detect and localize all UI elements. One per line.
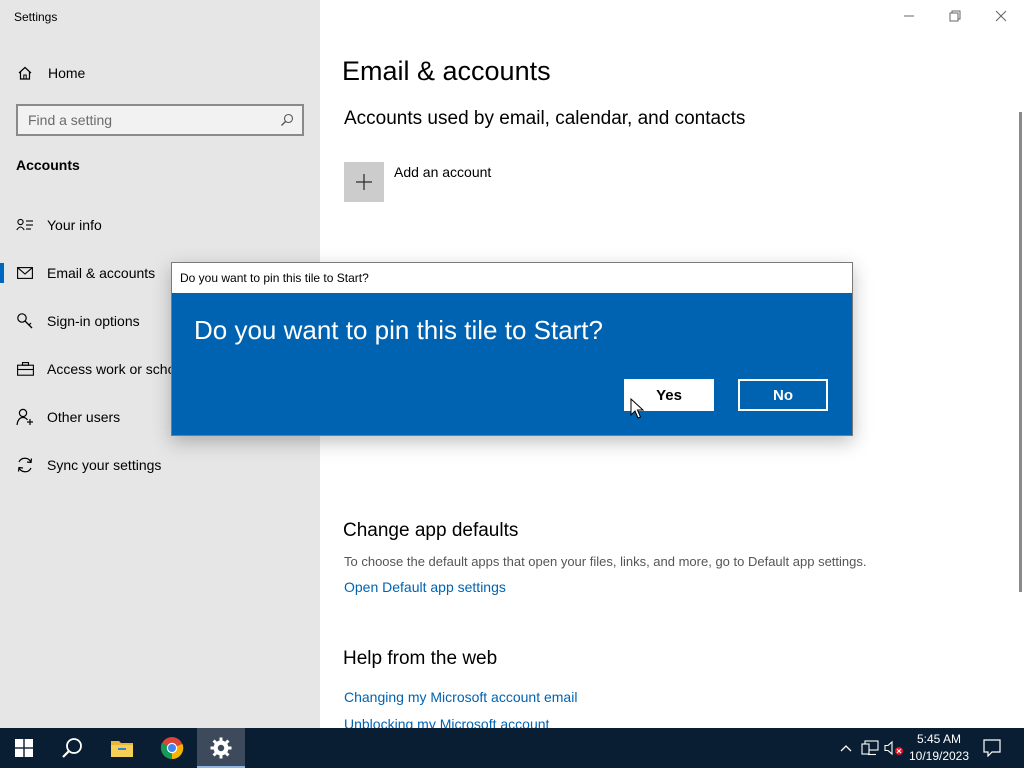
- search-icon: [62, 738, 82, 758]
- change-defaults-description: To choose the default apps that open you…: [344, 554, 867, 569]
- pin-tile-dialog: Do you want to pin this tile to Start? D…: [171, 262, 853, 436]
- file-explorer-button[interactable]: [98, 728, 146, 768]
- active-indicator: [0, 263, 4, 283]
- start-button[interactable]: [0, 728, 48, 768]
- sidebar-item-your-info[interactable]: Your info: [0, 205, 320, 245]
- add-account-label: Add an account: [394, 164, 492, 180]
- dialog-message: Do you want to pin this tile to Start?: [194, 315, 603, 345]
- show-hidden-icons-button[interactable]: [836, 738, 856, 758]
- section-heading: Accounts: [16, 157, 80, 173]
- app-title: Settings: [14, 10, 58, 24]
- sidebar-item-sync-settings[interactable]: Sync your settings: [0, 445, 320, 485]
- key-icon: [16, 312, 34, 330]
- minimize-button[interactable]: [886, 0, 932, 32]
- chrome-button[interactable]: [148, 728, 196, 768]
- windows-logo-icon: [15, 739, 33, 757]
- mouse-cursor-icon: [630, 398, 644, 419]
- gear-icon: [210, 737, 232, 759]
- close-button[interactable]: [978, 0, 1024, 32]
- plus-icon: [356, 174, 372, 190]
- search-box[interactable]: [16, 104, 304, 136]
- sync-icon: [16, 456, 34, 474]
- sidebar-item-label: Other users: [47, 409, 121, 425]
- search-icon[interactable]: [280, 113, 294, 127]
- home-icon: [18, 66, 32, 80]
- clock-time: 5:45 AM: [916, 732, 962, 746]
- no-button[interactable]: No: [738, 379, 828, 411]
- notification-icon: [983, 739, 1001, 757]
- taskbar: 5:45 AM 10/19/2023: [0, 728, 1024, 768]
- search-input[interactable]: [28, 112, 268, 128]
- dialog-title: Do you want to pin this tile to Start?: [180, 271, 369, 285]
- add-person-icon: [16, 408, 34, 426]
- sidebar-item-label: Sync your settings: [47, 457, 162, 473]
- folder-icon: [111, 741, 133, 757]
- volume-button[interactable]: [884, 738, 904, 758]
- dialog-titlebar: Do you want to pin this tile to Start?: [172, 263, 852, 293]
- sidebar-item-home[interactable]: Home: [0, 58, 320, 88]
- accounts-subtitle: Accounts used by email, calendar, and co…: [344, 108, 746, 129]
- restore-button[interactable]: [932, 0, 978, 32]
- settings-taskbar-button[interactable]: [197, 728, 245, 768]
- network-button[interactable]: [860, 738, 880, 758]
- sidebar-item-label: Email & accounts: [47, 265, 156, 281]
- chrome-icon: [160, 737, 184, 760]
- help-link-change-email[interactable]: Changing my Microsoft account email: [344, 689, 577, 705]
- close-icon: [995, 10, 1007, 22]
- help-heading: Help from the web: [343, 648, 498, 669]
- restore-icon: [949, 10, 961, 22]
- open-default-apps-link[interactable]: Open Default app settings: [344, 579, 506, 595]
- sidebar-item-label: Your info: [47, 217, 102, 233]
- clock-date: 10/19/2023: [908, 749, 970, 763]
- person-card-icon: [16, 216, 34, 234]
- briefcase-icon: [16, 360, 34, 378]
- mail-icon: [16, 264, 34, 282]
- home-label: Home: [48, 65, 86, 81]
- scrollbar[interactable]: [1019, 112, 1022, 592]
- chevron-up-icon: [840, 745, 852, 752]
- network-icon: [861, 740, 879, 756]
- sidebar-item-label: Sign-in options: [47, 313, 140, 329]
- change-defaults-heading: Change app defaults: [343, 520, 519, 541]
- add-account-button[interactable]: Add an account: [344, 162, 491, 202]
- add-tile[interactable]: [344, 162, 384, 202]
- action-center-button[interactable]: [982, 738, 1002, 758]
- taskbar-search-button[interactable]: [48, 728, 96, 768]
- page-title: Email & accounts: [342, 56, 551, 86]
- taskbar-clock[interactable]: 5:45 AM 10/19/2023: [906, 731, 972, 765]
- sidebar-item-label: Access work or school: [47, 361, 187, 377]
- minimize-icon: [904, 15, 914, 17]
- volume-muted-icon: [884, 740, 903, 756]
